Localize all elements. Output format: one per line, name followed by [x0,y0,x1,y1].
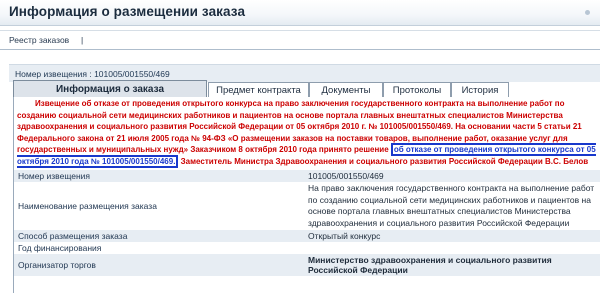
tab-history[interactable]: История [451,82,509,98]
detail-label: Номер извещения [14,170,304,182]
tab-protocols[interactable]: Протоколы [383,82,451,98]
tab-bar: Информация о заказа Предмет контракта До… [13,80,600,98]
table-row: Организатор торгов Министерство здравоох… [14,254,600,276]
tab-contract-subject[interactable]: Предмет контракта [208,82,309,98]
detail-label: Организатор торгов [14,254,304,276]
cancellation-notice-signature: Заместитель Министра Здравоохранения и с… [180,156,589,166]
breadcrumb: Реестр заказов | [0,30,600,50]
decorative-dot-icon [585,10,590,15]
table-row: Год финансирования [14,242,600,254]
breadcrumb-link-registry[interactable]: Реестр заказов [9,35,69,45]
table-row: Номер извещения 101005/001550/469 [14,170,600,182]
detail-value [304,242,600,254]
detail-label: Наименование размещения заказа [18,201,157,211]
cancellation-notice: Извещение об отказе от проведения открыт… [14,97,600,171]
table-row: Способ размещения заказа Открытый конкур… [14,230,600,242]
tab-content: Извещение об отказе от проведения открыт… [13,97,600,293]
detail-label: Способ размещения заказа [14,230,304,242]
table-row: Наименование размещения заказа На право … [14,182,600,230]
detail-label: Год финансирования [18,243,102,253]
page-title: Информация о размещении заказа [9,4,246,19]
tab-documents[interactable]: Документы [309,82,383,98]
detail-value: Министерство здравоохранения и социально… [304,254,600,276]
detail-value: Открытый конкурс [304,230,600,242]
order-details-table: Номер извещения 101005/001550/469 Наимен… [14,170,600,276]
title-bar: Информация о размещении заказа [0,0,600,26]
tab-order-info[interactable]: Информация о заказа [13,80,207,98]
breadcrumb-separator: | [81,35,84,45]
detail-value: На право заключения государственного кон… [308,183,595,228]
detail-value: 101005/001550/469 [304,170,600,182]
